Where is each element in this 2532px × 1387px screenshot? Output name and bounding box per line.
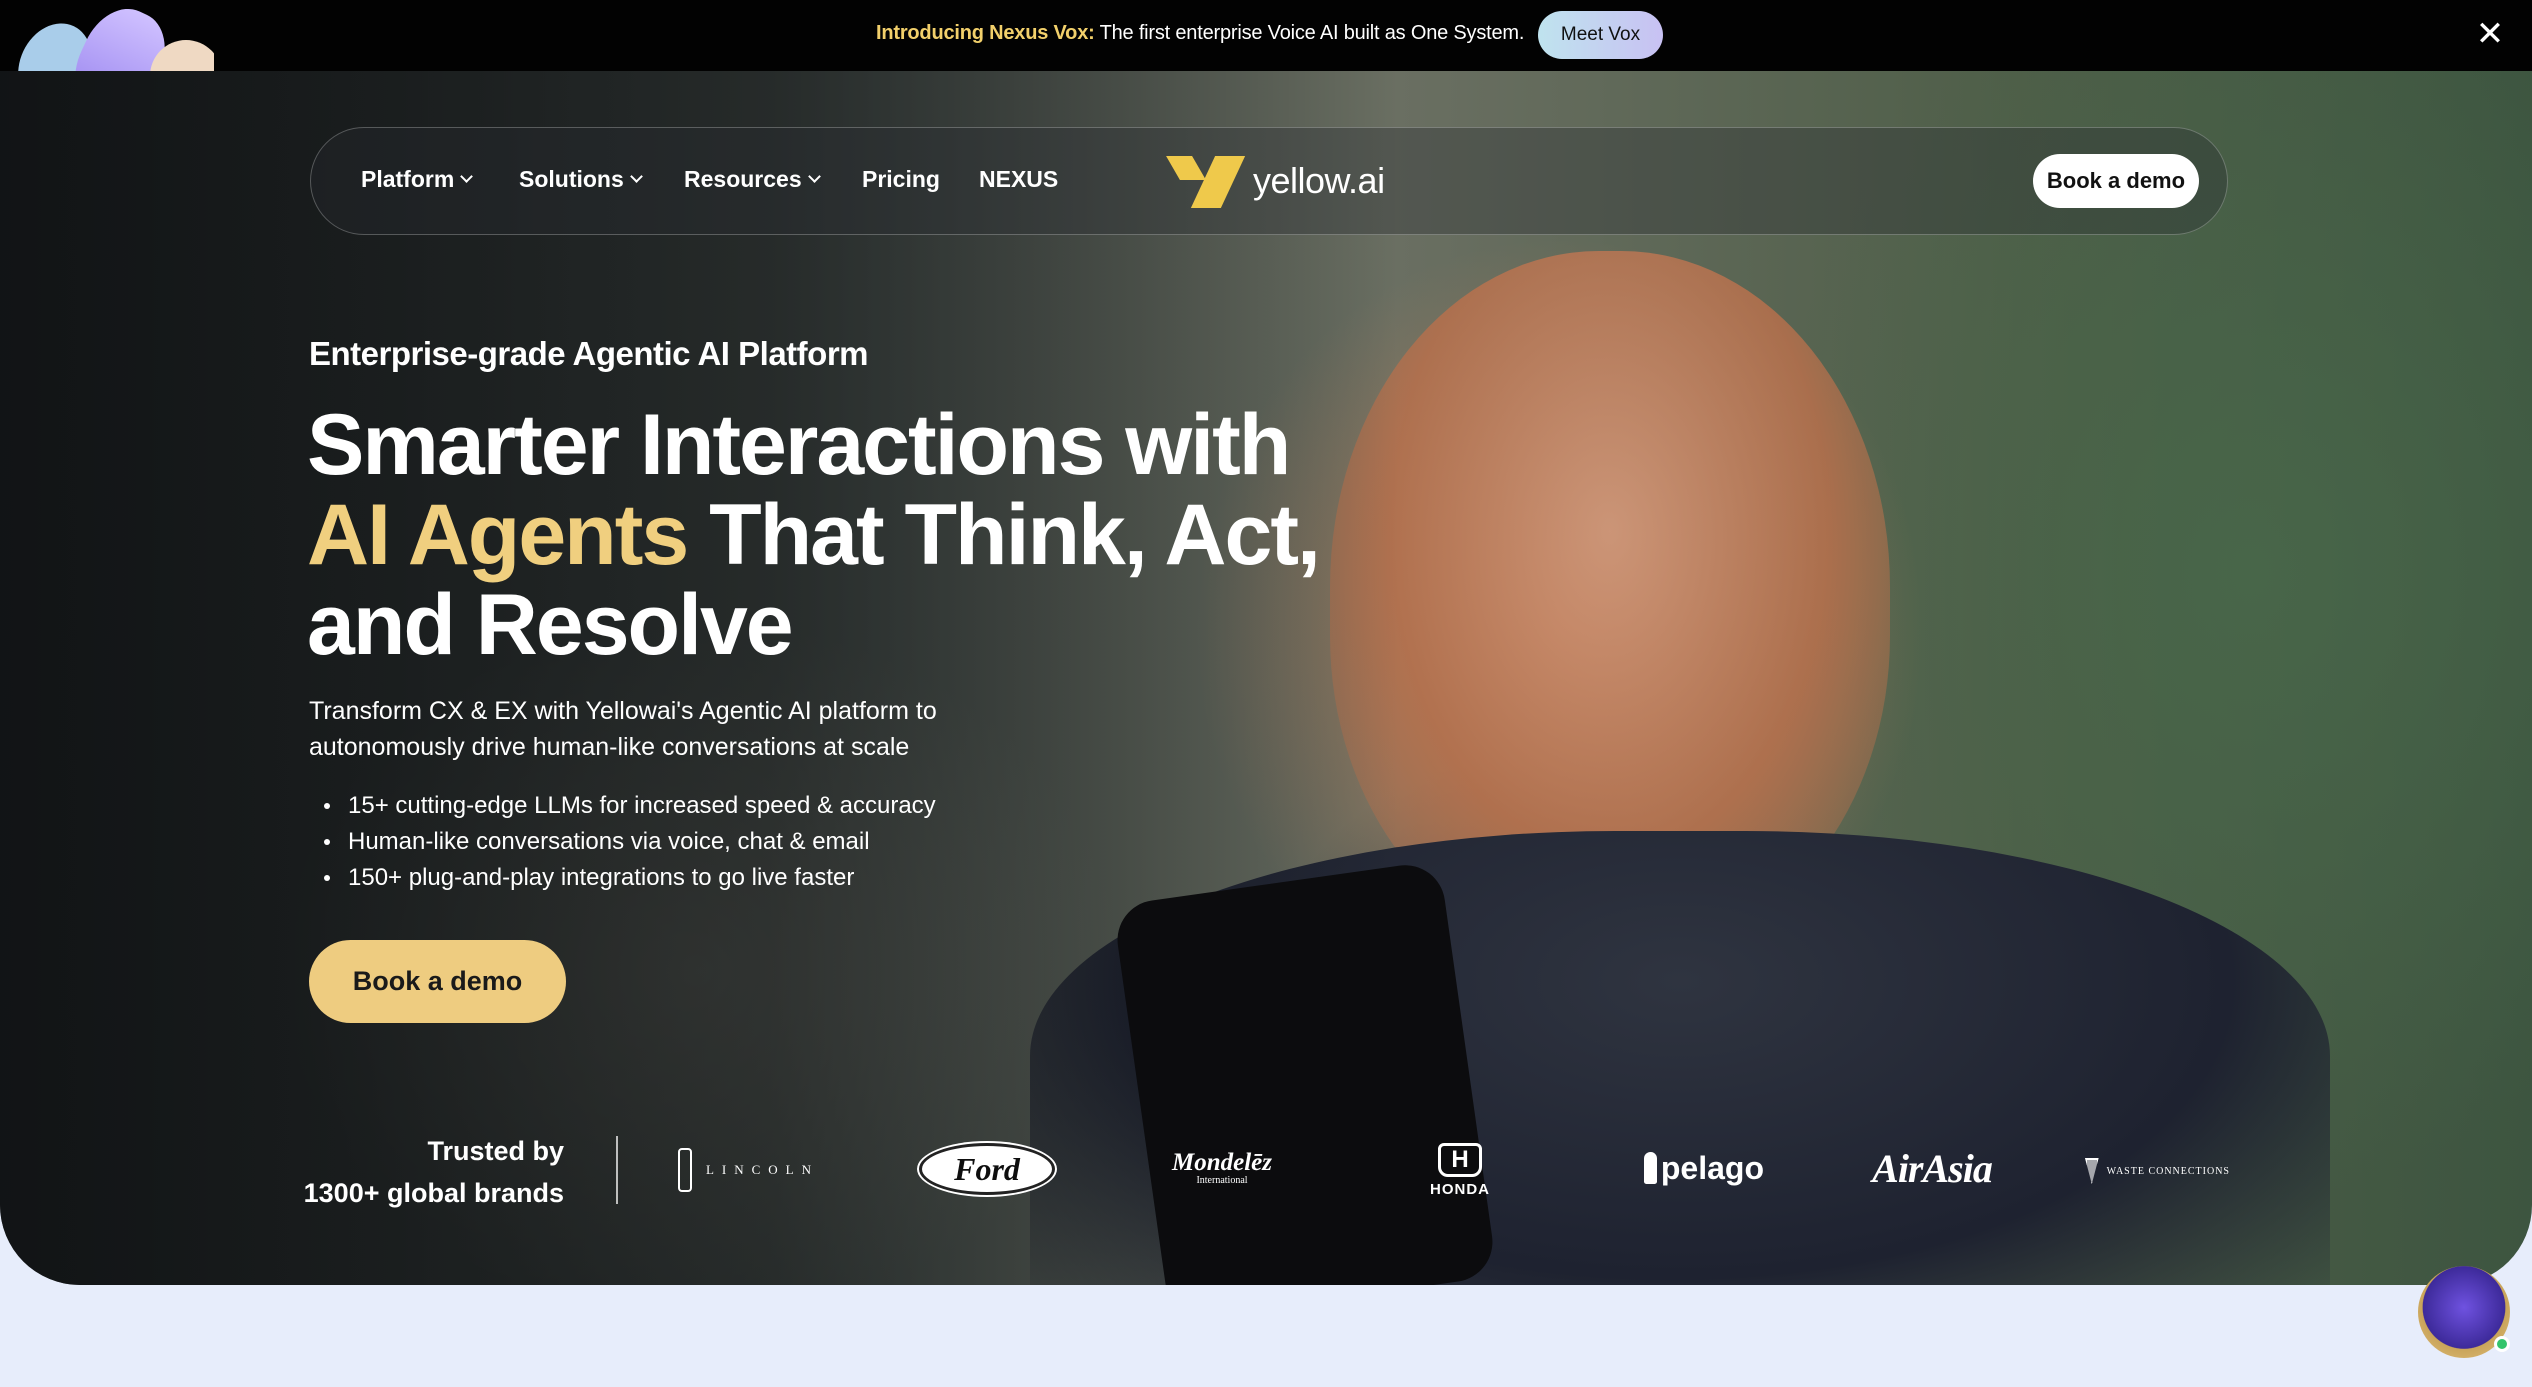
hero-headline: Smarter Interactions with AI Agents That… bbox=[307, 397, 1321, 673]
honda-wordmark: HONDA bbox=[1430, 1180, 1490, 1198]
announcement-highlight: Introducing Nexus Vox: bbox=[876, 22, 1095, 44]
airasia-wordmark: AirAsia bbox=[1872, 1145, 1993, 1191]
nav-item-label: Resources bbox=[684, 166, 802, 192]
lincoln-wordmark: LINCOLN bbox=[705, 1162, 820, 1177]
nav-item-nexus[interactable]: NEXUS bbox=[979, 166, 1058, 193]
main-nav: Platform Solutions Resources Pricing NEX… bbox=[310, 127, 2228, 235]
trusted-by-text: Trusted by 1300+ global brands bbox=[300, 1130, 564, 1214]
bullet-item: 15+ cutting-edge LLMs for increased spee… bbox=[320, 788, 936, 824]
logo-mark-icon bbox=[1166, 156, 1246, 208]
honda-logo: H HONDA bbox=[1418, 1142, 1502, 1198]
decorative-blobs bbox=[14, 0, 214, 71]
chevron-down-icon bbox=[460, 170, 474, 183]
headline-line-3: and Resolve bbox=[307, 577, 794, 673]
chevron-down-icon bbox=[807, 170, 821, 183]
hero-subtitle: Transform CX & EX with Yellowai's Agenti… bbox=[309, 697, 937, 761]
headline-highlight: AI Agents bbox=[307, 487, 689, 583]
pelago-wordmark: pelago bbox=[1660, 1149, 1764, 1186]
ford-wordmark: Ford bbox=[954, 1150, 1020, 1187]
online-status-dot bbox=[2494, 1336, 2510, 1352]
hero-bullets: 15+ cutting-edge LLMs for increased spee… bbox=[320, 788, 936, 896]
yellow-ai-logo[interactable]: yellow.ai bbox=[1166, 156, 1385, 208]
honda-mark-icon: H bbox=[1438, 1142, 1482, 1177]
waste-connections-wordmark: WASTE CONNECTIONS bbox=[2106, 1165, 2230, 1177]
hero-section bbox=[0, 71, 2532, 1285]
nav-item-resources[interactable]: Resources bbox=[684, 166, 821, 193]
waste-connections-logo: WASTE CONNECTIONS bbox=[2085, 1154, 2230, 1188]
nav-item-label: Pricing bbox=[862, 166, 940, 192]
nav-item-label: NEXUS bbox=[979, 166, 1059, 192]
nav-item-solutions[interactable]: Solutions bbox=[519, 166, 643, 193]
nav-item-pricing[interactable]: Pricing bbox=[862, 166, 940, 193]
trusted-line-2: 1300+ global brands bbox=[303, 1178, 564, 1208]
headline-line-2: That Think, Act, bbox=[709, 487, 1321, 583]
nav-item-platform[interactable]: Platform bbox=[361, 166, 474, 193]
lincoln-logo: LINCOLN bbox=[676, 1146, 821, 1194]
pelago-logo: pelago bbox=[1644, 1146, 1764, 1190]
hero-eyebrow: Enterprise-grade Agentic AI Platform bbox=[309, 335, 869, 372]
meet-vox-button[interactable]: Meet Vox bbox=[1538, 11, 1663, 59]
trusted-divider bbox=[616, 1136, 618, 1204]
waste-connections-mark-icon bbox=[2085, 1158, 2099, 1184]
bullet-item: Human-like conversations via voice, chat… bbox=[320, 824, 936, 860]
trusted-line-1: Trusted by bbox=[427, 1136, 564, 1166]
headline-line-1: Smarter Interactions with bbox=[307, 397, 1291, 493]
announcement-text: Introducing Nexus Vox: The first enterpr… bbox=[876, 22, 1524, 45]
nav-item-label: Solutions bbox=[519, 166, 624, 192]
lincoln-star-icon bbox=[677, 1148, 692, 1192]
chevron-down-icon bbox=[629, 170, 643, 183]
announcement-bar: Introducing Nexus Vox: The first enterpr… bbox=[0, 0, 2532, 71]
logo-text: yellow.ai bbox=[1253, 160, 1385, 201]
hero-book-demo-button[interactable]: Book a demo bbox=[309, 940, 566, 1023]
hero-overlay bbox=[0, 71, 1400, 1285]
bullet-item: 150+ plug-and-play integrations to go li… bbox=[320, 860, 936, 896]
mondelez-logo: Mondelēz International bbox=[1162, 1146, 1282, 1192]
nav-book-demo-button[interactable]: Book a demo bbox=[2033, 154, 2199, 208]
mondelez-wordmark: Mondelēz bbox=[1172, 1149, 1272, 1176]
airasia-logo: AirAsia bbox=[1872, 1140, 1993, 1196]
announcement-body: The first enterprise Voice AI built as O… bbox=[1099, 22, 1525, 44]
nav-item-label: Platform bbox=[361, 166, 455, 192]
close-icon[interactable]: ✕ bbox=[2468, 12, 2512, 56]
ford-logo: Ford bbox=[919, 1143, 1055, 1195]
mondelez-subtext: International bbox=[1196, 1175, 1248, 1186]
pelago-mark-icon bbox=[1644, 1152, 1657, 1184]
